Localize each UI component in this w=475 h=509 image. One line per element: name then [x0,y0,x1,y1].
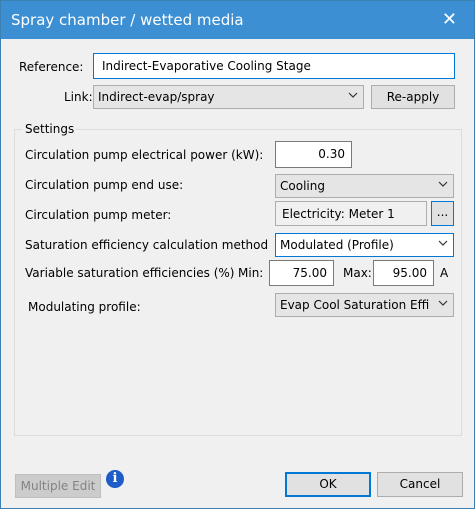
pump-power-value: 0.30 [318,147,345,161]
info-icon[interactable]: i [106,470,124,488]
title-bar: Spray chamber / wetted media ✕ [1,1,474,39]
saturation-method-value: Modulated (Profile) [280,238,394,252]
reference-label: Reference: [19,60,84,74]
pump-power-label: Circulation pump electrical power (kW): [25,148,264,162]
modulating-profile-label: Modulating profile: [28,300,141,314]
reference-value: Indirect-Evaporative Cooling Stage [102,59,311,73]
link-label: Link: [64,90,93,104]
chevron-down-icon [438,240,448,246]
variable-efficiencies-label: Variable saturation efficiencies (%) [25,266,235,280]
reapply-button[interactable]: Re-apply [371,85,455,109]
modulating-profile-value: Evap Cool Saturation Effici [280,298,430,312]
window-title: Spray chamber / wetted media [11,11,244,29]
max-efficiency-input[interactable]: 95.00 [373,260,434,286]
chevron-down-icon [348,92,358,98]
max-efficiency-value: 95.00 [392,266,427,280]
efficiency-suffix: A [440,266,449,280]
settings-title: Settings [23,122,77,136]
cancel-button[interactable]: Cancel [377,472,463,497]
modulating-profile-dropdown[interactable]: Evap Cool Saturation Effici [275,293,454,317]
close-icon[interactable]: ✕ [442,9,457,30]
pump-meter-label: Circulation pump meter: [25,208,172,222]
multiple-edit-button[interactable]: Multiple Edit [15,474,101,498]
pump-meter-value: Electricity: Meter 1 [282,207,395,221]
link-dropdown[interactable]: Indirect-evap/spray [93,85,364,109]
link-value: Indirect-evap/spray [98,90,215,104]
min-efficiency-input[interactable]: 75.00 [269,260,334,286]
chevron-down-icon [438,300,448,306]
saturation-method-label: Saturation efficiency calculation method [25,238,269,252]
pump-end-use-label: Circulation pump end use: [25,178,184,192]
pump-end-use-dropdown[interactable]: Cooling [275,174,454,198]
reference-input[interactable]: Indirect-Evaporative Cooling Stage [93,53,455,79]
min-label: Min: [238,266,264,280]
pump-meter-browse-button[interactable]: ... [431,201,454,226]
dialog-window: Spray chamber / wetted media ✕ Reference… [0,0,475,509]
chevron-down-icon [438,181,448,187]
pump-end-use-value: Cooling [280,179,325,193]
max-label: Max: [343,266,372,280]
min-efficiency-value: 75.00 [292,266,327,280]
pump-meter-field: Electricity: Meter 1 [275,201,427,226]
saturation-method-dropdown[interactable]: Modulated (Profile) [275,233,454,257]
ok-button[interactable]: OK [285,472,371,497]
pump-power-input[interactable]: 0.30 [275,141,352,168]
